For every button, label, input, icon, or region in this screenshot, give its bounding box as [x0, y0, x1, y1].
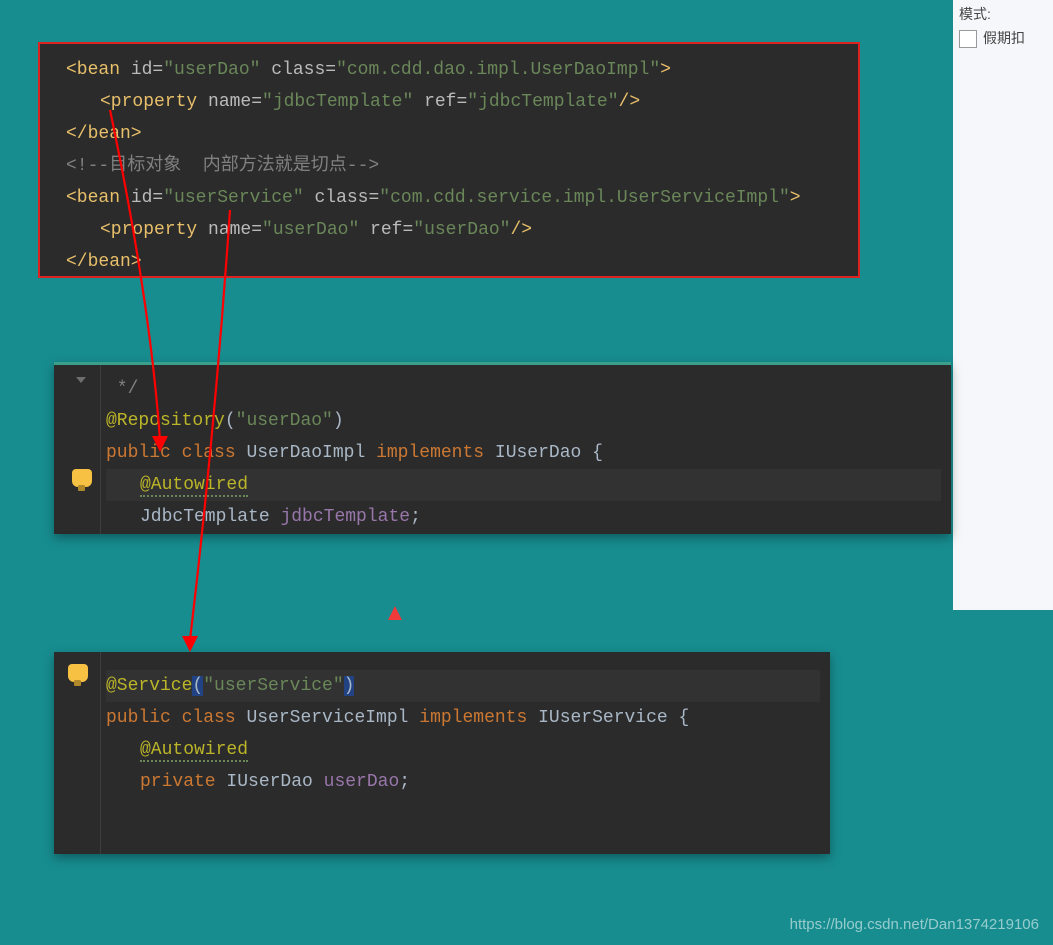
caret-up-icon [388, 606, 402, 620]
intention-bulb-icon[interactable] [68, 664, 88, 682]
gutter [54, 652, 101, 854]
code-line: <property name="userDao" ref="userDao"/> [66, 214, 844, 246]
fold-icon[interactable] [76, 375, 88, 387]
code-line: public class UserDaoImpl implements IUse… [106, 437, 941, 469]
code-line: @Autowired [106, 469, 941, 501]
arrow-head-icon [152, 436, 168, 452]
code-line: JdbcTemplate jdbcTemplate; [106, 501, 941, 533]
checkbox-label: 假期扣 [983, 30, 1025, 46]
code-line: <property name="jdbcTemplate" ref="jdbcT… [66, 86, 844, 118]
code-line [106, 660, 820, 670]
code-line: private IUserDao userDao; [106, 766, 820, 798]
code-line: @Autowired [106, 734, 820, 766]
service-code-block: @Service("userService") public class Use… [54, 652, 830, 854]
code-line: <bean id="userDao" class="com.cdd.dao.im… [66, 54, 844, 86]
code-line: <bean id="userService" class="com.cdd.se… [66, 182, 844, 214]
code-line: <!--目标对象 内部方法就是切点--> [66, 150, 844, 182]
code-line: @Repository("userDao") [106, 405, 941, 437]
arrow-head-icon [182, 636, 198, 652]
intention-bulb-icon[interactable] [72, 469, 92, 487]
xml-config-block: <bean id="userDao" class="com.cdd.dao.im… [38, 42, 860, 278]
code-line: public class UserServiceImpl implements … [106, 702, 820, 734]
dao-code-block: */ @Repository("userDao") public class U… [54, 362, 951, 534]
panel-title: 模式: [959, 4, 1047, 24]
code-line: */ [106, 373, 941, 405]
code-line: </bean> [66, 246, 844, 278]
gutter [54, 365, 101, 534]
watermark: https://blog.csdn.net/Dan1374219106 [790, 916, 1039, 933]
screenshot-root: { "sidebar": { "title": "模式:", "checkbox… [0, 0, 1053, 945]
settings-panel: 模式: 假期扣 [953, 0, 1053, 610]
code-line: </bean> [66, 118, 844, 150]
checkbox-icon[interactable] [959, 30, 977, 48]
holiday-checkbox-row[interactable]: 假期扣 [959, 28, 1047, 48]
code-line: @Service("userService") [106, 670, 820, 702]
